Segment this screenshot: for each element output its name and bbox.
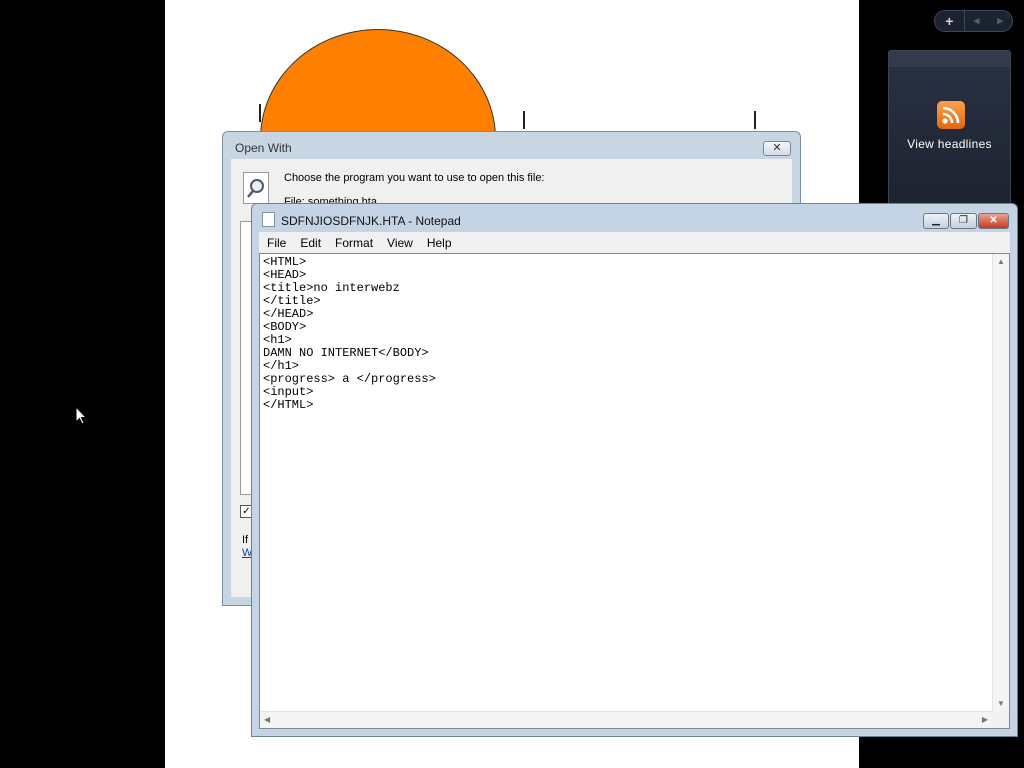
maximize-button[interactable]: ❐ [950,213,977,229]
document-text[interactable]: <HTML> <HEAD> <title>no interwebz </titl… [263,256,436,412]
next-page-button[interactable]: ▸ [988,11,1012,31]
vertical-scrollbar[interactable]: ▲ ▼ [992,254,1009,711]
previous-page-button[interactable]: ◂ [965,11,989,31]
scroll-right-icon[interactable]: ▶ [982,715,988,724]
menu-format[interactable]: Format [328,236,380,250]
notepad-window: SDFNJIOSDFNJK.HTA - Notepad ▁ ❐ ✕ File E… [251,203,1018,737]
notepad-titlebar[interactable]: SDFNJIOSDFNJK.HTA - Notepad ▁ ❐ ✕ [252,204,1017,232]
menu-file[interactable]: File [260,236,293,250]
close-button[interactable]: ✕ [978,213,1009,229]
minimize-icon: ▁ [932,215,940,226]
scroll-left-icon[interactable]: ◀ [264,715,270,724]
horizontal-scrollbar[interactable]: ◀ ▶ [260,711,992,728]
scrollbar-corner [992,711,1009,728]
dialog-instruction: Choose the program you want to use to op… [284,172,545,184]
feed-headlines-gadget[interactable]: View headlines [888,50,1011,212]
add-gadget-button[interactable]: + [935,11,965,31]
menu-help[interactable]: Help [420,236,459,250]
tick-mark [523,111,525,129]
dialog-close-button[interactable]: ✕ [763,141,791,156]
dialog-footer-text: If [242,534,249,546]
close-icon: ✕ [989,215,998,226]
menu-edit[interactable]: Edit [293,236,328,250]
minimize-button[interactable]: ▁ [923,213,949,229]
scroll-down-icon[interactable]: ▼ [997,699,1005,708]
notepad-icon [262,212,275,227]
tick-mark [259,104,261,122]
dialog-title: Open With [235,141,292,155]
tick-mark [754,111,756,129]
view-headlines-link[interactable]: View headlines [889,137,1010,151]
sidebar-controls: + ◂ ▸ [934,10,1013,32]
rss-icon[interactable] [937,101,965,129]
menu-view[interactable]: View [380,236,420,250]
gadget-header [889,51,1010,67]
maximize-icon: ❐ [959,215,968,226]
window-title: SDFNJIOSDFNJK.HTA - Notepad [281,214,461,228]
menu-bar: File Edit Format View Help [259,232,1010,253]
mouse-cursor-icon [75,405,88,431]
desktop: + ◂ ▸ View headlines Open With ✕ Choose … [0,0,1024,768]
scroll-up-icon[interactable]: ▲ [997,257,1005,266]
text-editor-area[interactable]: <HTML> <HEAD> <title>no interwebz </titl… [259,253,1010,729]
search-file-icon [243,172,269,204]
close-icon: ✕ [772,142,782,154]
